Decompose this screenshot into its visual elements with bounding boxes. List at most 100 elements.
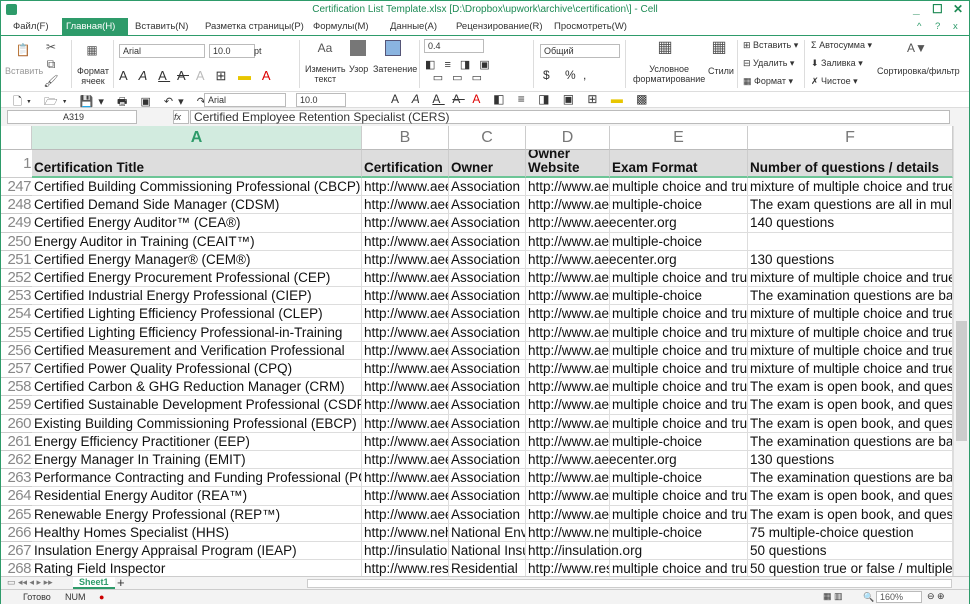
table-cell[interactable]: Certified Power Quality Professional (CP… [32, 360, 362, 379]
table-cell[interactable]: http://www.neha.org [362, 523, 449, 542]
table-cell[interactable]: http://www.aeecenter.org [526, 432, 610, 451]
tab-home[interactable]: Главная(H) [62, 18, 128, 36]
row-header[interactable]: 266 [1, 523, 32, 542]
table-cell[interactable]: http://www.aeecenter.org [362, 323, 449, 342]
pattern-button[interactable]: Узор [349, 64, 368, 74]
table-cell[interactable]: http://www.aeecenter.org [526, 250, 677, 269]
fill-button[interactable]: ⬇ Заливка ▾ [811, 58, 863, 69]
table-cell[interactable]: http://www.aeecenter.org [362, 250, 449, 269]
table-cell[interactable]: http://www.aeecenter.org [362, 432, 449, 451]
table-cell[interactable]: multiple choice and true/false [610, 378, 748, 397]
table-cell[interactable]: Certified Energy Auditor™ (CEA®) [32, 214, 362, 233]
table-cell[interactable]: The examination questions are based [748, 432, 953, 451]
row-header[interactable]: 268 [1, 560, 32, 576]
format-painter-icon[interactable]: 🖌 [43, 73, 59, 89]
clear-button[interactable]: ✗ Чистое ▾ [811, 76, 858, 87]
table-cell[interactable]: The examination questions are based [748, 469, 953, 488]
table-cell[interactable]: http://www.aeecenter.org [362, 360, 449, 379]
table-cell[interactable]: http://www.aeecenter.org [526, 214, 677, 233]
table-cell[interactable]: Renewable Energy Professional (REP™) [32, 505, 362, 524]
table-cell[interactable]: Residential Energy Auditor (REA™) [32, 487, 362, 506]
table-cell[interactable]: National Insulation [449, 542, 526, 561]
qtb-font-select[interactable]: Arial [204, 93, 286, 107]
table-cell[interactable]: Association [449, 487, 526, 506]
tab-review[interactable]: Рецензирование(R) [452, 18, 547, 36]
row-header[interactable]: 248 [1, 196, 32, 215]
table-cell[interactable]: multiple choice and true/false [610, 305, 748, 324]
table-cell[interactable]: Certified Measurement and Verification P… [32, 341, 362, 360]
table-cell[interactable]: http://www.aeecenter.org [362, 178, 449, 197]
table-cell[interactable]: multiple choice and true/false [610, 414, 748, 433]
table-cell[interactable]: Insulation Energy Appraisal Program (IEA… [32, 542, 362, 561]
row-header[interactable]: 263 [1, 469, 32, 488]
format-cells-button[interactable]: Формат ячеек [77, 66, 109, 86]
table-cell[interactable]: Association [449, 378, 526, 397]
table-cell[interactable]: multiple choice and true/false [610, 360, 748, 379]
table-cell[interactable]: http://insulation.org [362, 542, 449, 561]
table-cell[interactable]: http://www.aeecenter.org [362, 269, 449, 288]
table-cell[interactable]: 130 questions [748, 451, 953, 470]
table-cell[interactable]: 50 questions [748, 542, 953, 561]
column-header-f[interactable]: F [748, 126, 953, 150]
scroll-thumb[interactable] [956, 321, 967, 441]
row-header[interactable]: 254 [1, 305, 32, 324]
table-cell[interactable]: http://www.aeecenter.org [526, 196, 610, 215]
table-cell[interactable]: http://www.aeecenter.org [362, 414, 449, 433]
font-select[interactable]: Arial [119, 44, 205, 58]
table-cell[interactable]: 140 questions [748, 214, 953, 233]
row-header[interactable]: 1 [1, 150, 32, 178]
row-header[interactable]: 258 [1, 378, 32, 397]
indent-input[interactable]: 0.4 [424, 39, 484, 53]
tab-data[interactable]: Данные(A) [386, 18, 441, 36]
column-header-d[interactable]: D [526, 126, 610, 150]
close-doc-button[interactable]: x [949, 18, 962, 36]
tab-page-layout[interactable]: Разметка страницы(P) [201, 18, 308, 36]
table-cell[interactable]: multiple choice and true/false [610, 505, 748, 524]
table-cell[interactable]: http://www.aeecenter.org [362, 196, 449, 215]
table-cell[interactable]: multiple-choice [610, 232, 748, 251]
table-cell[interactable]: multiple-choice [610, 469, 748, 488]
percent-button[interactable]: % [565, 68, 576, 82]
table-cell[interactable]: Association [449, 178, 526, 197]
font-size-input[interactable]: 10.0 [209, 44, 255, 58]
table-cell[interactable]: multiple choice and true/false [610, 323, 748, 342]
table-cell[interactable]: Certified Energy Procurement Professiona… [32, 269, 362, 288]
row-header[interactable]: 264 [1, 487, 32, 506]
collapse-ribbon-button[interactable]: ^ [913, 18, 925, 36]
minimize-button[interactable]: _ [913, 2, 920, 16]
cut-icon[interactable]: ✂ [43, 39, 59, 55]
table-cell[interactable]: Certified Lighting Efficiency Profession… [32, 323, 362, 342]
table-cell[interactable]: http://www.aeecenter.org [362, 341, 449, 360]
table-cell[interactable]: Association [449, 214, 526, 233]
table-cell[interactable]: http://www.aeecenter.org [526, 341, 610, 360]
table-cell[interactable]: http://www.aeecenter.org [362, 451, 449, 470]
table-cell[interactable]: http://www.aeecenter.org [362, 232, 449, 251]
horizontal-scrollbar[interactable] [307, 579, 952, 588]
comma-button[interactable]: , [583, 68, 586, 82]
row-header[interactable]: 257 [1, 360, 32, 379]
table-cell[interactable]: Association [449, 250, 526, 269]
table-cell[interactable]: Association [449, 396, 526, 415]
table-cell[interactable]: The exam is open book, and questions [748, 487, 953, 506]
table-cell[interactable]: Certified Sustainable Development Profes… [32, 396, 362, 415]
table-cell[interactable]: http://www.aeecenter.org [526, 414, 610, 433]
table-cell[interactable]: http://www.aeecenter.org [362, 305, 449, 324]
table-cell[interactable]: http://www.aeecenter.org [362, 469, 449, 488]
tab-view[interactable]: Просмотреть(W) [550, 18, 631, 36]
vertical-scrollbar[interactable] [953, 126, 969, 576]
table-cell[interactable]: http://www.aeecenter.org [526, 287, 610, 306]
number-format-select[interactable]: Общий [540, 44, 620, 58]
conditional-format-button[interactable]: Условное форматирование [633, 64, 705, 84]
column-header-e[interactable]: E [610, 126, 748, 150]
row-header[interactable]: 261 [1, 432, 32, 451]
row-header[interactable]: 259 [1, 396, 32, 415]
table-cell[interactable]: Certified Building Commissioning Profess… [32, 178, 362, 197]
column-header-b[interactable]: B [362, 126, 449, 150]
table-cell[interactable]: Energy Auditor in Training (CEAIT™) [32, 232, 362, 251]
select-all-corner[interactable] [1, 126, 32, 150]
table-cell[interactable]: mixture of multiple choice and true/fals… [748, 341, 953, 360]
table-cell[interactable]: Association [449, 287, 526, 306]
tab-file[interactable]: Файл(F) [9, 18, 53, 36]
table-cell[interactable]: National Environmental [449, 523, 526, 542]
table-cell[interactable]: Association [449, 232, 526, 251]
